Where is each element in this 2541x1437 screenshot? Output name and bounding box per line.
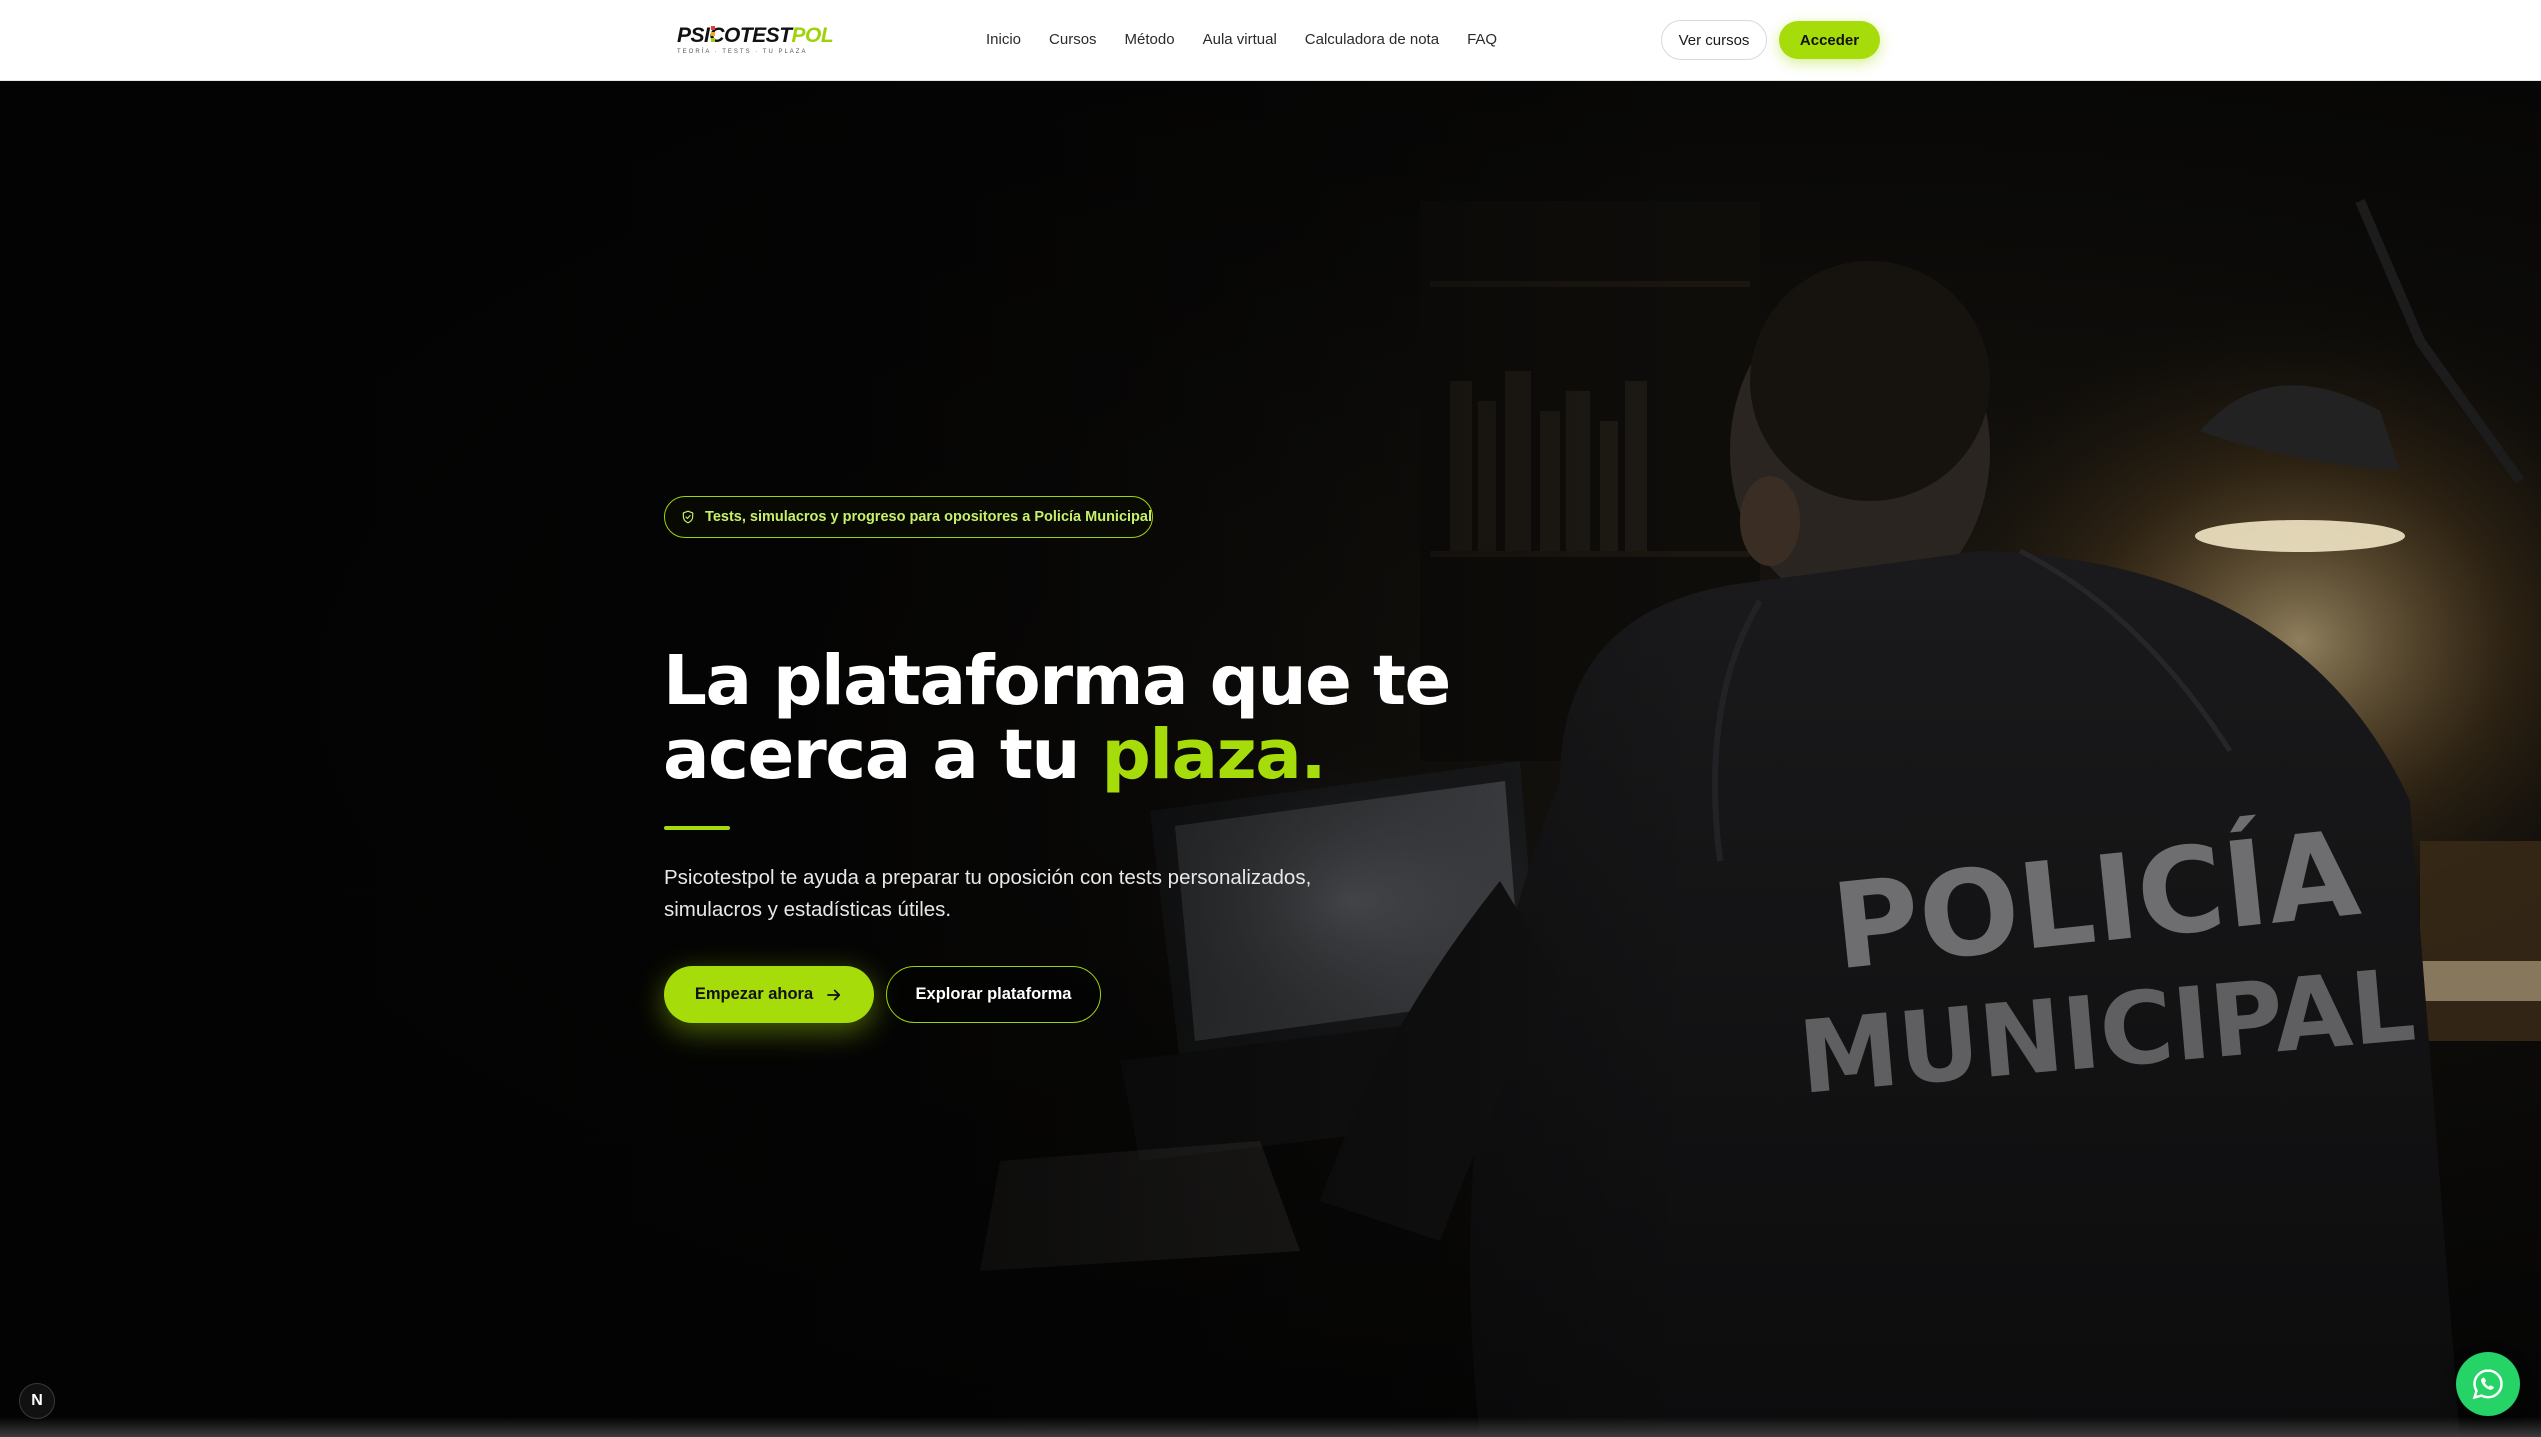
nav-link-calculadora[interactable]: Calculadora de nota: [1305, 30, 1439, 50]
hero-section: POLICÍA MUNICIPAL Tests, simulacros y pr…: [0, 81, 2541, 1437]
nav-link-inicio[interactable]: Inicio: [986, 30, 1021, 50]
nav-link-faq[interactable]: FAQ: [1467, 30, 1497, 50]
shield-check-icon: [682, 510, 694, 524]
headline-accent-bar: [664, 826, 730, 830]
headline-line-2: acerca a tu: [663, 715, 1102, 795]
headline-highlight: plaza.: [1101, 715, 1327, 795]
dev-tools-badge[interactable]: N: [19, 1383, 55, 1419]
empezar-ahora-label: Empezar ahora: [694, 985, 814, 1003]
arrow-right-icon: [827, 989, 841, 1000]
headline-line-1: La plataforma que te: [663, 641, 1451, 721]
hero-subtitle: Psicotestpol te ayuda a preparar tu opos…: [664, 866, 1312, 921]
nav-link-cursos[interactable]: Cursos: [1049, 30, 1097, 50]
hero-headline: La plataforma que te acerca a tu plaza.: [663, 644, 1563, 792]
brand-name: PSICOTESTPOL: [677, 23, 834, 47]
explorar-plataforma-button[interactable]: Explorar plataforma: [886, 966, 1101, 1023]
acceder-button[interactable]: Acceder: [1779, 21, 1880, 59]
nav-link-metodo[interactable]: Método: [1125, 30, 1175, 50]
whatsapp-button[interactable]: [2456, 1352, 2520, 1416]
nav-link-aula-virtual[interactable]: Aula virtual: [1203, 30, 1277, 50]
hero-bottom-fade: [0, 1417, 2541, 1437]
hero-badge: Tests, simulacros y progreso para oposit…: [664, 496, 1153, 538]
top-navbar: PSICOTESTPOL TEORÍA · TESTS · TU PLAZA I…: [0, 0, 2541, 81]
logo-color-bars: [711, 26, 715, 42]
empezar-ahora-button[interactable]: Empezar ahora: [664, 966, 874, 1023]
brand-logo[interactable]: PSICOTESTPOL TEORÍA · TESTS · TU PLAZA: [663, 10, 834, 70]
whatsapp-icon: [2472, 1369, 2503, 1400]
main-nav: Inicio Cursos Método Aula virtual Calcul…: [986, 30, 1525, 50]
hero-badge-text: Tests, simulacros y progreso para oposit…: [705, 509, 1152, 525]
brand-tagline: TEORÍA · TESTS · TU PLAZA: [677, 48, 808, 55]
ver-cursos-button[interactable]: Ver cursos: [1661, 20, 1767, 60]
